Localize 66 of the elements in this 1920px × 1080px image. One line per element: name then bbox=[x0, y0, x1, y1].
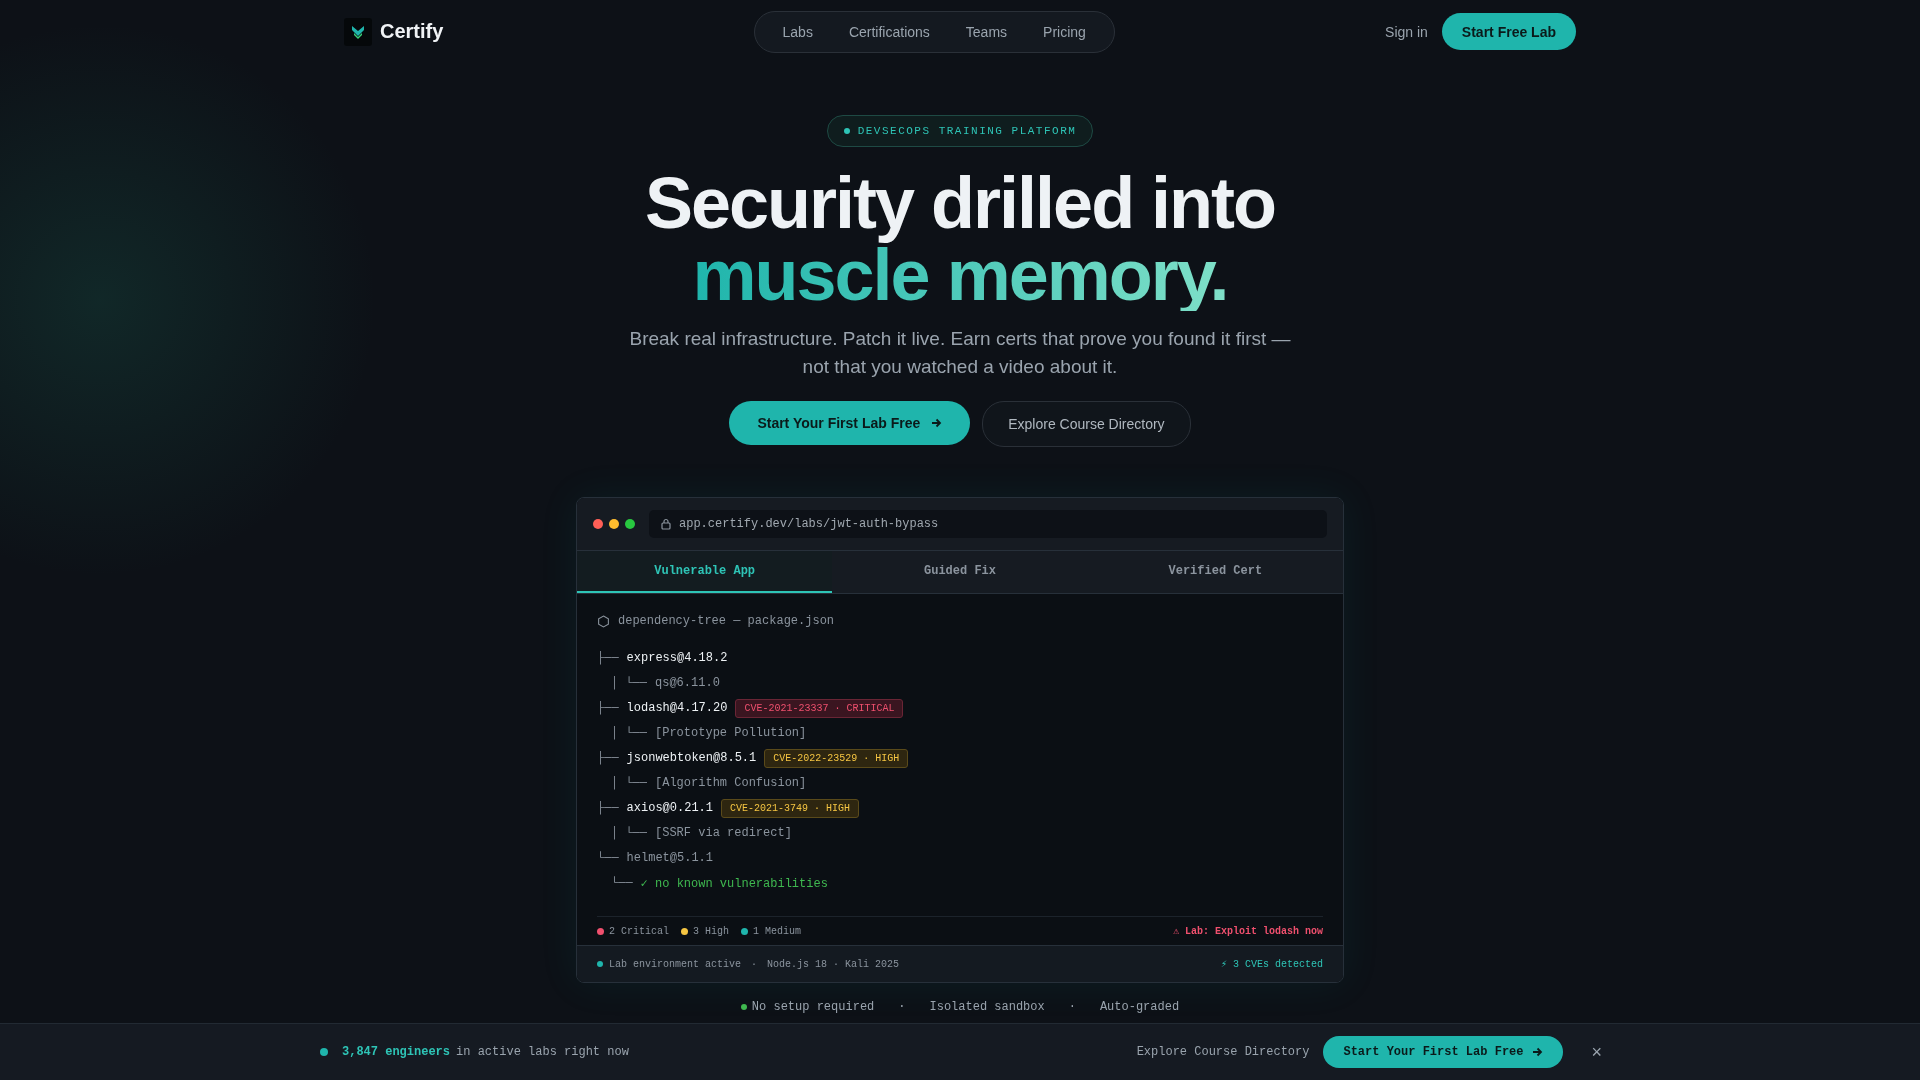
package-name: helmet@5.1.1 bbox=[626, 851, 714, 865]
platform-badge: DEVSECOPS TRAINING PLATFORM bbox=[826, 115, 1094, 147]
sign-in-link[interactable]: Sign in bbox=[1385, 23, 1428, 40]
status-text: Lab environment active bbox=[609, 958, 742, 970]
tree-branch: ├── bbox=[597, 801, 619, 815]
separator: · bbox=[750, 958, 759, 970]
tree-note: [Algorithm Confusion] bbox=[655, 776, 807, 790]
package-name: axios@0.21.1 bbox=[626, 801, 714, 815]
tree-branch: │ └── bbox=[611, 826, 647, 840]
url-text: app.certify.dev/labs/jwt-auth-bypass bbox=[679, 517, 939, 531]
cve-tag: CVE-2022-23529 · HIGH bbox=[764, 748, 909, 768]
explore-courses-button[interactable]: Explore Course Directory bbox=[982, 401, 1191, 447]
live-dot-icon bbox=[320, 1048, 328, 1056]
tab[interactable]: Guided Fix bbox=[832, 551, 1088, 593]
lab-link[interactable]: ⚠ Lab: Exploit lodash now bbox=[1172, 925, 1323, 937]
engineer-count: 3,847 engineers bbox=[342, 1045, 451, 1059]
tree-branch: │ └── bbox=[611, 676, 647, 690]
package-name: jsonwebtoken@8.5.1 bbox=[626, 751, 757, 765]
tree-branch: ├── bbox=[597, 651, 619, 665]
tree-note: [SSRF via redirect] bbox=[655, 826, 792, 840]
file-header: dependency-tree — package.json bbox=[618, 614, 835, 628]
hexagon-icon bbox=[597, 614, 610, 628]
nav-link[interactable]: Labs bbox=[764, 23, 831, 40]
close-dot-icon bbox=[593, 519, 603, 529]
tree-branch: ├── bbox=[597, 751, 619, 765]
tree-branch: └── bbox=[611, 876, 633, 890]
tree-branch: └── bbox=[597, 851, 619, 865]
feature-text: Auto-graded bbox=[1099, 1000, 1180, 1014]
sticky-text: in active labs right now bbox=[456, 1045, 629, 1059]
explore-link[interactable]: Explore Course Directory bbox=[1136, 1045, 1310, 1059]
arrow-right-icon bbox=[1531, 1046, 1544, 1058]
package-name: lodash@4.17.20 bbox=[626, 701, 728, 715]
arrow-right-icon bbox=[930, 417, 943, 429]
cve-tag: CVE-2021-3749 · HIGH bbox=[721, 798, 860, 818]
feature-text: · bbox=[898, 1000, 906, 1014]
tree-branch: │ └── bbox=[611, 776, 647, 790]
nav-link[interactable]: Pricing bbox=[1025, 23, 1104, 40]
package-name: express@4.18.2 bbox=[626, 651, 728, 665]
legend-label: 1 Medium bbox=[753, 925, 802, 937]
feature-text: · bbox=[1068, 1000, 1076, 1014]
nav-link[interactable]: Teams bbox=[947, 23, 1026, 40]
tree-note: qs@6.11.0 bbox=[655, 676, 720, 690]
tree-note: ✓ no known vulnerabilities bbox=[640, 875, 828, 891]
tree-note: [Prototype Pollution] bbox=[655, 726, 807, 740]
start-free-lab-button[interactable]: Start Free Lab bbox=[1441, 13, 1576, 50]
nav-link[interactable]: Certifications bbox=[830, 23, 948, 40]
subtitle: Break real infrastructure. Patch it live. Earn certs that prove you found it first — not that you watched a video about it. bbox=[628, 327, 1292, 379]
maximize-dot-icon bbox=[625, 519, 635, 529]
legend-label: 2 Critical bbox=[609, 925, 669, 937]
start-lab-button[interactable]: Start Your First Lab Free bbox=[729, 401, 971, 445]
legend-label: 3 High bbox=[693, 925, 730, 937]
minimize-dot-icon bbox=[609, 519, 619, 529]
cve-tag: CVE-2021-23337 · CRITICAL bbox=[735, 698, 904, 718]
feature-text: Isolated sandbox bbox=[929, 1000, 1045, 1014]
cve-count: ⚡ 3 CVEs detected bbox=[1220, 958, 1323, 970]
close-button[interactable]: × bbox=[1585, 1041, 1608, 1063]
tree-branch: │ └── bbox=[611, 726, 647, 740]
tab[interactable]: Verified Cert bbox=[1087, 551, 1343, 593]
active-dot-icon bbox=[597, 961, 603, 967]
shield-logo-icon bbox=[344, 17, 372, 46]
status-text: Node.js 18 · Kali 2025 bbox=[767, 958, 900, 970]
lock-icon bbox=[661, 518, 671, 530]
feature-text: No setup required bbox=[751, 1000, 875, 1014]
tree-branch: ├── bbox=[597, 701, 619, 715]
brand-name: Certify bbox=[380, 20, 444, 43]
start-lab-button[interactable]: Start Your First Lab Free bbox=[1323, 1036, 1564, 1068]
